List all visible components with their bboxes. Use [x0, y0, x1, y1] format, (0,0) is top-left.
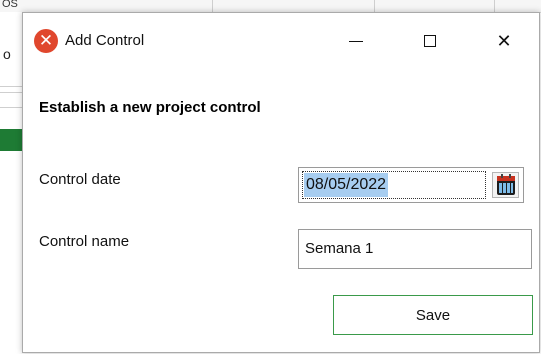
control-date-picker[interactable]: 08/05/2022: [298, 167, 524, 203]
maximize-icon: [424, 35, 436, 47]
grid-line: [374, 0, 375, 12]
add-control-dialog: ✕ Add Control ✕ Establish a new project …: [22, 12, 540, 353]
control-name-value: Semana 1: [305, 240, 374, 257]
calendar-icon: [497, 174, 515, 195]
grid-line: [0, 107, 22, 108]
control-date-label: Control date: [39, 171, 121, 188]
background-left-column: o: [0, 12, 22, 354]
maximize-button[interactable]: [407, 25, 453, 57]
grid-line: [0, 92, 22, 93]
control-name-input[interactable]: Semana 1: [298, 229, 532, 269]
close-icon: ✕: [496, 30, 512, 52]
form-heading: Establish a new project control: [39, 99, 261, 116]
save-button[interactable]: Save: [333, 295, 533, 335]
grid-line: [494, 0, 495, 12]
minimize-icon: [349, 40, 363, 42]
grid-line: [212, 0, 213, 12]
calendar-button[interactable]: [492, 172, 519, 198]
control-date-value[interactable]: 08/05/2022: [304, 173, 389, 197]
minimize-button[interactable]: [333, 25, 379, 57]
app-x-icon: ✕: [34, 29, 58, 53]
window-title: Add Control: [65, 32, 145, 49]
title-bar[interactable]: ✕ Add Control ✕: [23, 13, 539, 55]
grid-line: [0, 86, 22, 87]
background-text-fragment: OS: [2, 0, 18, 10]
close-button[interactable]: ✕: [481, 25, 527, 57]
background-green-cell: [0, 129, 22, 151]
background-text-fragment: o: [3, 46, 11, 62]
control-name-label: Control name: [39, 233, 130, 250]
